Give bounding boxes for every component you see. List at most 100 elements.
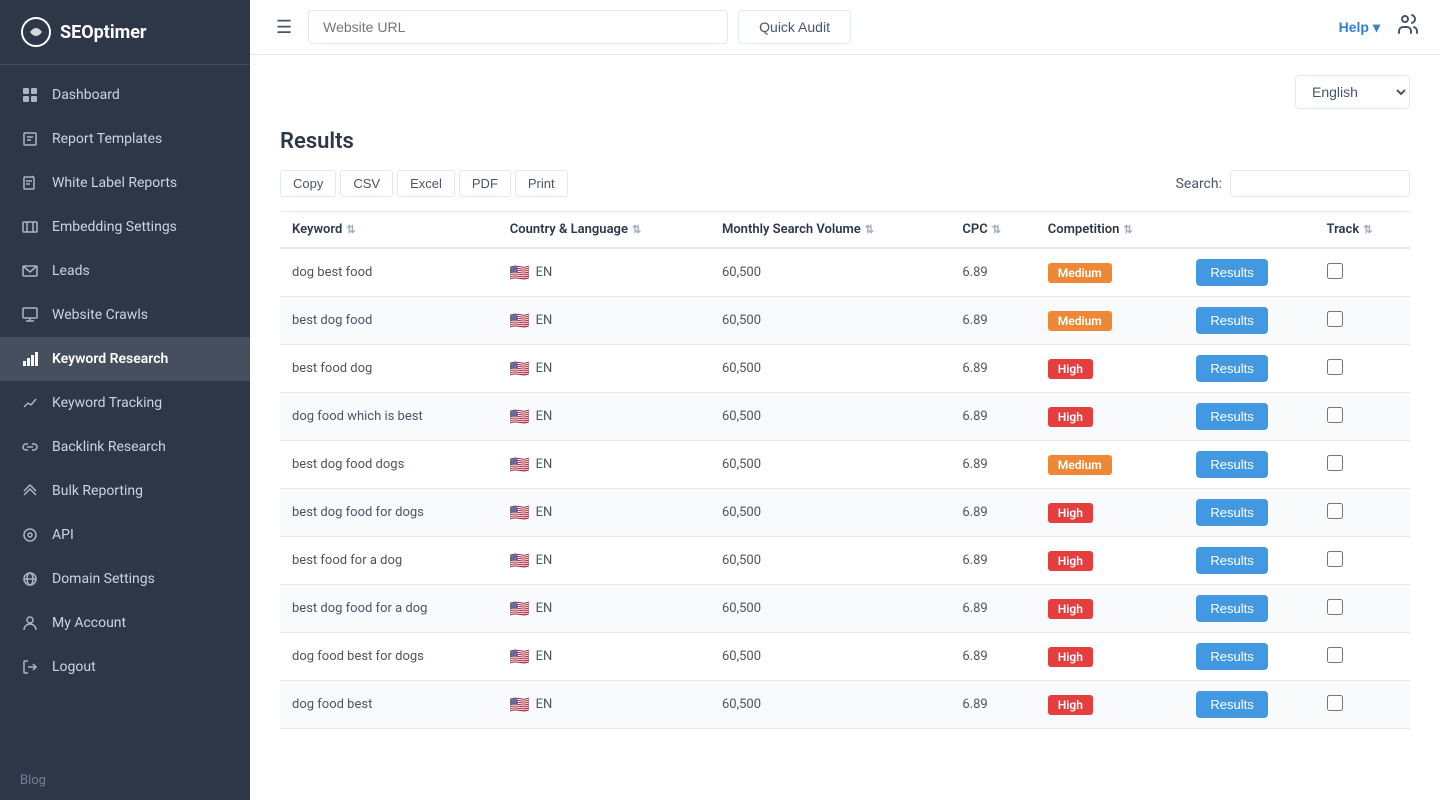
country-language-cell: 🇺🇸 EN bbox=[498, 345, 710, 393]
country-language-cell: 🇺🇸 EN bbox=[498, 537, 710, 585]
sidebar-item-dashboard[interactable]: Dashboard bbox=[0, 73, 250, 117]
sidebar-item-api[interactable]: API bbox=[0, 513, 250, 557]
col-header-country_language[interactable]: Country & Language⇅ bbox=[498, 212, 710, 249]
sidebar-blog-link[interactable]: Blog bbox=[0, 761, 250, 800]
table-row: dog best food 🇺🇸 EN 60,500 6.89 Medium R… bbox=[280, 248, 1410, 297]
track-checkbox[interactable] bbox=[1327, 551, 1343, 567]
track-checkbox[interactable] bbox=[1327, 311, 1343, 327]
language-select[interactable]: EnglishSpanishFrenchGermanItalian bbox=[1295, 75, 1410, 109]
sidebar-item-keyword-research[interactable]: Keyword Research bbox=[0, 337, 250, 381]
results-button[interactable]: Results bbox=[1196, 307, 1267, 334]
sidebar-item-report-templates[interactable]: Report Templates bbox=[0, 117, 250, 161]
competition-cell: High bbox=[1036, 345, 1185, 393]
sidebar-item-embedding-settings[interactable]: Embedding Settings bbox=[0, 205, 250, 249]
sidebar-item-white-label-reports[interactable]: White Label Reports bbox=[0, 161, 250, 205]
export-pdf-button[interactable]: PDF bbox=[459, 170, 511, 197]
country-language-cell: 🇺🇸 EN bbox=[498, 585, 710, 633]
keyword-cell[interactable]: best food for a dog bbox=[280, 537, 498, 585]
keyword-cell[interactable]: dog best food bbox=[280, 248, 498, 297]
competition-badge: Medium bbox=[1048, 263, 1112, 283]
results-button[interactable]: Results bbox=[1196, 691, 1267, 718]
track-checkbox[interactable] bbox=[1327, 599, 1343, 615]
results-button[interactable]: Results bbox=[1196, 403, 1267, 430]
flag-icon: 🇺🇸 bbox=[510, 359, 530, 378]
sidebar-item-my-account[interactable]: My Account bbox=[0, 601, 250, 645]
sidebar-item-website-crawls[interactable]: Website Crawls bbox=[0, 293, 250, 337]
col-header-competition[interactable]: Competition⇅ bbox=[1036, 212, 1185, 249]
track-cell bbox=[1315, 633, 1410, 681]
cpc-cell: 6.89 bbox=[950, 633, 1035, 681]
keyword-cell[interactable]: dog food which is best bbox=[280, 393, 498, 441]
keyword-cell[interactable]: best dog food bbox=[280, 297, 498, 345]
keyword-cell[interactable]: best dog food for dogs bbox=[280, 489, 498, 537]
results-button[interactable]: Results bbox=[1196, 451, 1267, 478]
competition-cell: High bbox=[1036, 585, 1185, 633]
table-row: best dog food for dogs 🇺🇸 EN 60,500 6.89… bbox=[280, 489, 1410, 537]
results-button[interactable]: Results bbox=[1196, 355, 1267, 382]
export-excel-button[interactable]: Excel bbox=[397, 170, 455, 197]
sidebar-item-keyword-tracking[interactable]: Keyword Tracking bbox=[0, 381, 250, 425]
sidebar-item-bulk-reporting[interactable]: Bulk Reporting bbox=[0, 469, 250, 513]
flag-icon: 🇺🇸 bbox=[510, 263, 530, 282]
track-checkbox[interactable] bbox=[1327, 503, 1343, 519]
users-icon-button[interactable] bbox=[1396, 12, 1420, 42]
flag-icon: 🇺🇸 bbox=[510, 695, 530, 714]
results-button[interactable]: Results bbox=[1196, 595, 1267, 622]
sidebar-item-leads[interactable]: Leads bbox=[0, 249, 250, 293]
keyword-cell[interactable]: dog food best for dogs bbox=[280, 633, 498, 681]
keyword-cell[interactable]: best dog food dogs bbox=[280, 441, 498, 489]
keyword-cell[interactable]: dog food best bbox=[280, 681, 498, 729]
competition-badge: High bbox=[1048, 599, 1093, 619]
track-checkbox[interactable] bbox=[1327, 455, 1343, 471]
help-button[interactable]: Help ▾ bbox=[1339, 19, 1380, 36]
competition-badge: High bbox=[1048, 647, 1093, 667]
sidebar-item-backlink-research[interactable]: Backlink Research bbox=[0, 425, 250, 469]
col-header-keyword[interactable]: Keyword⇅ bbox=[280, 212, 498, 249]
volume-cell: 60,500 bbox=[710, 345, 950, 393]
export-csv-button[interactable]: CSV bbox=[340, 170, 393, 197]
track-cell bbox=[1315, 681, 1410, 729]
track-checkbox[interactable] bbox=[1327, 263, 1343, 279]
track-checkbox[interactable] bbox=[1327, 695, 1343, 711]
results-button[interactable]: Results bbox=[1196, 547, 1267, 574]
track-cell bbox=[1315, 441, 1410, 489]
track-checkbox[interactable] bbox=[1327, 359, 1343, 375]
api-icon bbox=[20, 525, 40, 545]
sort-icon: ⇅ bbox=[346, 223, 355, 236]
website-url-input[interactable] bbox=[308, 10, 728, 44]
hamburger-button[interactable]: ☰ bbox=[270, 11, 298, 44]
table-row: dog food best for dogs 🇺🇸 EN 60,500 6.89… bbox=[280, 633, 1410, 681]
cpc-cell: 6.89 bbox=[950, 489, 1035, 537]
results-button[interactable]: Results bbox=[1196, 499, 1267, 526]
volume-cell: 60,500 bbox=[710, 681, 950, 729]
results-cell: Results bbox=[1184, 441, 1314, 489]
keyword-cell[interactable]: best dog food for a dog bbox=[280, 585, 498, 633]
sidebar-item-domain-settings[interactable]: Domain Settings bbox=[0, 557, 250, 601]
search-input[interactable] bbox=[1230, 170, 1410, 197]
sort-icon: ⇅ bbox=[992, 223, 1001, 236]
keyword-cell[interactable]: best food dog bbox=[280, 345, 498, 393]
track-cell bbox=[1315, 393, 1410, 441]
sort-icon: ⇅ bbox=[632, 223, 641, 236]
track-checkbox[interactable] bbox=[1327, 647, 1343, 663]
cpc-cell: 6.89 bbox=[950, 585, 1035, 633]
col-header-monthly_search_volume[interactable]: Monthly Search Volume⇅ bbox=[710, 212, 950, 249]
results-button[interactable]: Results bbox=[1196, 259, 1267, 286]
table-row: dog food best 🇺🇸 EN 60,500 6.89 High Res… bbox=[280, 681, 1410, 729]
results-button[interactable]: Results bbox=[1196, 643, 1267, 670]
export-copy-button[interactable]: Copy bbox=[280, 170, 336, 197]
sidebar-item-logout[interactable]: Logout bbox=[0, 645, 250, 689]
users-icon bbox=[1396, 12, 1420, 36]
competition-cell: High bbox=[1036, 681, 1185, 729]
results-cell: Results bbox=[1184, 681, 1314, 729]
sidebar-logo: SEOptimer bbox=[0, 0, 250, 65]
quick-audit-button[interactable]: Quick Audit bbox=[738, 10, 851, 44]
track-checkbox[interactable] bbox=[1327, 407, 1343, 423]
results-cell: Results bbox=[1184, 537, 1314, 585]
col-header-cpc[interactable]: CPC⇅ bbox=[950, 212, 1035, 249]
col-header-results[interactable] bbox=[1184, 212, 1314, 249]
sidebar-item-label: Keyword Research bbox=[52, 351, 168, 367]
export-print-button[interactable]: Print bbox=[515, 170, 568, 197]
col-header-track[interactable]: Track⇅ bbox=[1315, 212, 1410, 249]
results-table: Keyword⇅Country & Language⇅Monthly Searc… bbox=[280, 211, 1410, 729]
